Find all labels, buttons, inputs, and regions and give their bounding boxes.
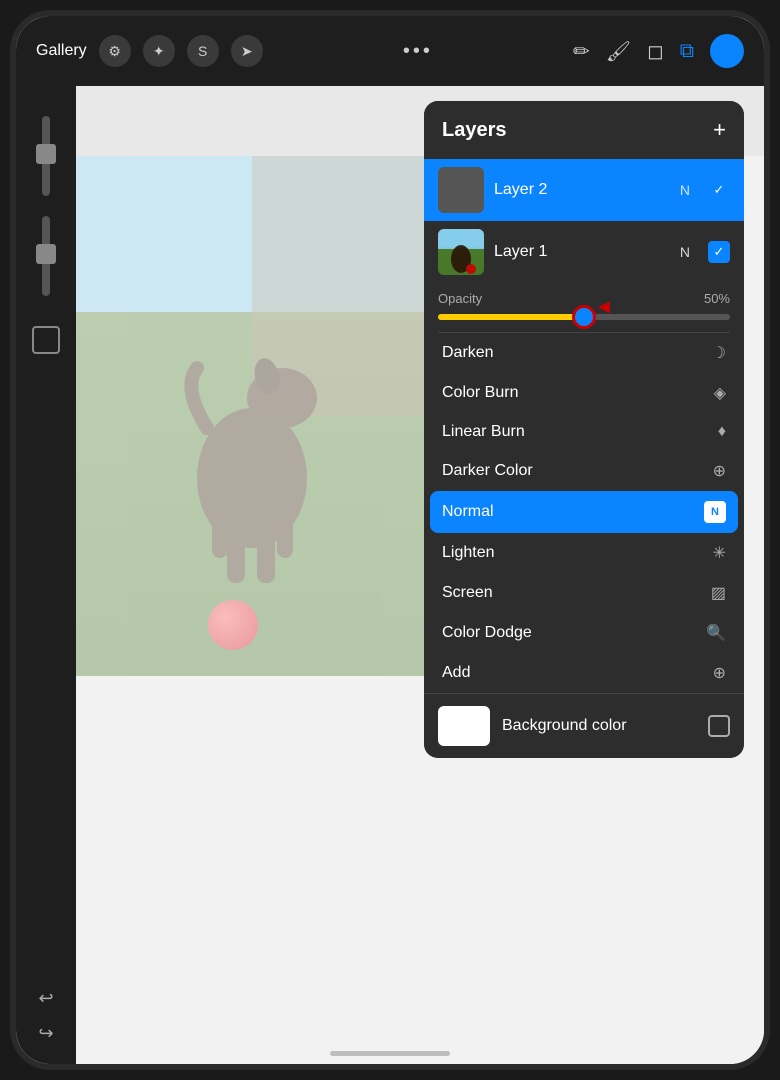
background-color-swatch[interactable] [438,706,490,746]
blend-mode-color-dodge[interactable]: Color Dodge 🔍 [424,613,744,653]
opacity-header: Opacity 50% [438,291,730,306]
layer-1-thumbnail [438,229,484,275]
blend-mode-darker-color[interactable]: Darker Color ⊕ [424,451,744,491]
left-sidebar: ↩ ↪ [16,86,76,1064]
blend-mode-normal[interactable]: Normal N [430,491,738,533]
layer-2-thumb-content [438,167,484,213]
layers-title: Layers [442,119,507,142]
opacity-thumb[interactable] [572,305,596,329]
blend-mode-color-burn[interactable]: Color Burn ◈ [424,373,744,413]
blend-color-dodge-icon: 🔍 [706,623,726,643]
layer-1-name: Layer 1 [494,243,670,261]
blend-darken-icon: ☽ [712,343,726,363]
eraser-tool-icon[interactable]: ◻ [647,39,664,64]
blend-color-burn-icon: ◈ [714,383,726,403]
brush-tool-icon[interactable]: 🖌 [606,39,631,64]
sidebar-bottom: ↩ ↪ [38,988,53,1044]
opacity-fill [438,314,584,320]
layers-header: Layers + [424,101,744,159]
layers-panel: Layers + Layer 2 N [424,101,744,758]
slider-thumb [36,244,56,264]
redo-button[interactable]: ↪ [38,1023,53,1044]
smudge-icon[interactable]: S [187,35,219,67]
layer-1-mode: N [680,244,690,260]
blend-lighten-label: Lighten [442,544,495,562]
layer-1-thumb-svg [438,229,484,275]
blend-list: Darken ☽ Color Burn ◈ Linear Burn ♦ Dark… [424,333,744,693]
top-bar: Gallery ⚙ ✦ S ➤ ••• ✏ 🖌 ◻ ⧉ [16,16,764,86]
arrow-icon[interactable]: ➤ [231,35,263,67]
layer-1-thumb-content [438,229,484,275]
layer-1-checkbox[interactable] [708,241,730,263]
layer-2-name: Layer 2 [494,181,670,199]
gallery-button[interactable]: Gallery [36,42,87,60]
blend-darker-color-icon: ⊕ [713,461,726,481]
opacity-value: 50% [704,291,730,306]
opacity-track[interactable]: ◄ [438,314,730,320]
blend-lighten-icon: ✳ [713,543,726,563]
blend-screen-label: Screen [442,584,493,602]
blend-mode-add[interactable]: Add ⊕ [424,653,744,693]
layers-tool-icon[interactable]: ⧉ [680,40,694,63]
background-color-label: Background color [502,717,696,735]
opacity-row: Opacity 50% ◄ [424,283,744,332]
blend-add-icon: ⊕ [713,663,726,683]
device-frame: Gallery ⚙ ✦ S ➤ ••• ✏ 🖌 ◻ ⧉ ↩ ↪ [10,10,770,1070]
blend-screen-icon: ▨ [711,583,726,603]
blend-color-burn-label: Color Burn [442,384,518,402]
blend-mode-screen[interactable]: Screen ▨ [424,573,744,613]
blend-color-dodge-label: Color Dodge [442,624,532,642]
blend-linear-burn-label: Linear Burn [442,423,525,441]
blend-mode-linear-burn[interactable]: Linear Burn ♦ [424,413,744,451]
top-bar-left: Gallery ⚙ ✦ S ➤ [36,35,263,67]
opacity-label: Opacity [438,291,482,306]
blend-normal-icon: N [704,501,726,523]
layer-2-mode: N [680,182,690,198]
layer-2-checkbox[interactable] [708,179,730,201]
blend-linear-burn-icon: ♦ [718,423,726,441]
slider-thumb [36,144,56,164]
opacity-slider[interactable] [42,216,50,296]
blend-mode-darken[interactable]: Darken ☽ [424,333,744,373]
blend-add-label: Add [442,664,470,682]
more-menu[interactable]: ••• [403,40,433,63]
blend-normal-label: Normal [442,503,494,521]
top-bar-center: ••• [263,40,573,63]
brush-size-slider[interactable] [42,116,50,196]
background-color-row: Background color [424,693,744,758]
color-swatch[interactable] [710,34,744,68]
undo-button[interactable]: ↩ [38,988,53,1009]
layer-2-item[interactable]: Layer 2 N [424,159,744,221]
wrench-icon[interactable]: ⚙ [99,35,131,67]
blend-darker-color-label: Darker Color [442,462,533,480]
blend-darken-label: Darken [442,344,494,362]
layer-2-thumbnail [438,167,484,213]
blend-mode-lighten[interactable]: Lighten ✳ [424,533,744,573]
add-layer-button[interactable]: + [713,117,726,143]
magic-wand-icon[interactable]: ✦ [143,35,175,67]
background-color-checkbox[interactable] [708,715,730,737]
transform-tool[interactable] [32,326,60,354]
pen-tool-icon[interactable]: ✏ [573,39,590,64]
layer-1-item[interactable]: Layer 1 N [424,221,744,283]
top-bar-right: ✏ 🖌 ◻ ⧉ [573,34,744,68]
